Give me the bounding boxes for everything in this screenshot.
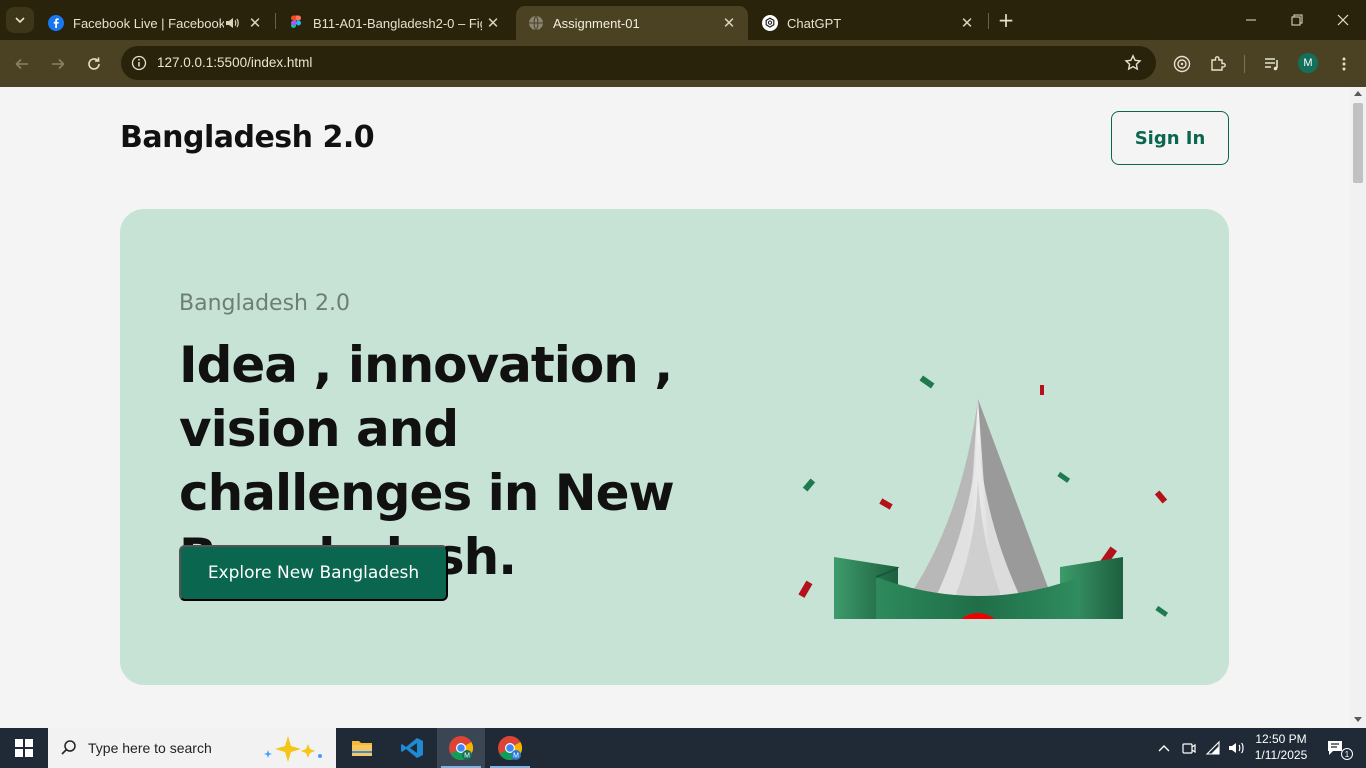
chatgpt-icon	[762, 15, 778, 31]
folder-icon	[352, 741, 372, 756]
facebook-icon	[48, 15, 64, 31]
bookmark-star-icon[interactable]	[1124, 54, 1142, 72]
taskbar-chrome-2[interactable]: M	[486, 728, 534, 768]
taskbar-vscode[interactable]	[388, 728, 436, 768]
close-tab-icon[interactable]: ✕	[482, 12, 504, 34]
tray-meet-button[interactable]	[1178, 728, 1200, 768]
tray-overflow-button[interactable]	[1154, 728, 1174, 768]
tab-figma[interactable]: B11-A01-Bangladesh2-0 – Figma ✕	[276, 6, 512, 40]
reload-button[interactable]	[80, 50, 108, 78]
scroll-down-arrow-icon[interactable]	[1354, 717, 1362, 722]
notification-count-badge: 1	[1341, 748, 1353, 760]
puzzle-icon	[1211, 56, 1226, 71]
browser-menu-button[interactable]	[1330, 50, 1358, 78]
close-tab-icon[interactable]: ✕	[244, 12, 266, 34]
tray-volume-button[interactable]	[1226, 728, 1248, 768]
sparkle-icon	[264, 736, 322, 762]
target-icon	[1173, 55, 1191, 73]
windows-logo-icon	[15, 739, 33, 757]
chevron-down-icon	[15, 17, 25, 24]
start-button[interactable]	[0, 728, 48, 768]
reload-icon	[88, 57, 100, 70]
vscode-icon	[401, 738, 423, 758]
tray-network-button[interactable]	[1202, 728, 1224, 768]
page-scrollbar[interactable]	[1350, 87, 1366, 728]
taskbar-chrome-1[interactable]: M	[437, 728, 485, 768]
tab-facebook[interactable]: Facebook Live | Facebook ✕	[36, 6, 274, 40]
browser-tab-strip: Facebook Live | Facebook ✕ B11-A01-Bangl…	[0, 0, 1366, 40]
hero-banner: Bangladesh 2.0 Idea , innovation , visio…	[120, 209, 1229, 685]
extension-target-button[interactable]	[1168, 50, 1196, 78]
search-icon	[61, 740, 76, 755]
arrow-left-icon	[15, 58, 28, 70]
page-viewport: Bangladesh 2.0 Sign In Bangladesh 2.0 Id…	[0, 87, 1350, 728]
scroll-up-arrow-icon[interactable]	[1354, 91, 1362, 96]
windows-taskbar: Type here to search M M 12:50 PM 1/11/20…	[0, 728, 1366, 768]
browser-toolbar: 127.0.0.1:5500/index.html M	[0, 40, 1366, 87]
kebab-menu-icon	[1342, 57, 1346, 71]
minimize-icon	[1246, 19, 1256, 21]
close-tab-icon[interactable]: ✕	[956, 12, 978, 34]
url-text[interactable]: 127.0.0.1:5500/index.html	[157, 55, 312, 70]
forward-button[interactable]	[44, 50, 72, 78]
scrollbar-thumb[interactable]	[1353, 103, 1363, 183]
arrow-right-icon	[52, 58, 65, 70]
tab-title: Assignment-01	[553, 15, 640, 31]
wifi-icon	[1205, 740, 1220, 755]
extensions-button[interactable]	[1204, 50, 1232, 78]
close-tab-icon[interactable]: ✕	[718, 12, 740, 34]
clock-date: 1/11/2025	[1254, 748, 1308, 762]
taskbar-file-explorer[interactable]	[338, 728, 386, 768]
hero-kicker: Bangladesh 2.0	[179, 291, 350, 316]
profile-avatar[interactable]: M	[1298, 53, 1318, 73]
chrome-icon: M	[498, 736, 523, 761]
volume-icon	[1229, 742, 1244, 754]
minimize-button[interactable]	[1228, 0, 1274, 40]
close-window-button[interactable]	[1320, 0, 1366, 40]
tab-title: B11-A01-Bangladesh2-0 – Figma	[313, 15, 482, 31]
sign-in-button[interactable]: Sign In	[1111, 111, 1229, 165]
media-control-button[interactable]	[1258, 50, 1286, 78]
tab-title: Facebook Live | Facebook	[73, 15, 224, 31]
tab-title: ChatGPT	[787, 15, 842, 31]
site-info-icon[interactable]	[129, 53, 149, 73]
new-tab-button[interactable]: +	[994, 8, 1018, 32]
chrome-icon: M	[449, 736, 474, 761]
restore-button[interactable]	[1274, 0, 1320, 40]
taskbar-search-placeholder: Type here to search	[88, 740, 212, 756]
queue-music-icon	[1265, 58, 1278, 71]
toolbar-separator	[1244, 55, 1245, 73]
notification-center-button[interactable]: 1	[1320, 728, 1353, 768]
tab-search-button[interactable]	[6, 7, 34, 33]
explore-button[interactable]: Explore New Bangladesh	[179, 545, 448, 601]
tab-chatgpt[interactable]: ChatGPT ✕	[750, 6, 986, 40]
svg-text:M: M	[513, 753, 519, 760]
globe-icon	[529, 15, 543, 31]
address-bar[interactable]: 127.0.0.1:5500/index.html	[121, 46, 1156, 80]
svg-text:M: M	[464, 753, 470, 760]
restore-icon	[1291, 14, 1303, 26]
taskbar-clock[interactable]: 12:50 PM 1/11/2025	[1248, 731, 1314, 763]
tab-separator	[988, 13, 989, 29]
speaker-icon[interactable]	[224, 15, 240, 31]
clock-time: 12:50 PM	[1255, 732, 1307, 746]
chevron-up-icon	[1158, 745, 1170, 752]
national-memorial-illustration	[798, 375, 1169, 619]
taskbar-search-box[interactable]: Type here to search	[48, 728, 336, 768]
tab-assignment[interactable]: Assignment-01 ✕	[516, 6, 748, 40]
screen-share-icon	[1182, 743, 1196, 754]
site-logo[interactable]: Bangladesh 2.0	[120, 120, 375, 155]
back-button[interactable]	[8, 50, 36, 78]
close-icon	[1337, 14, 1349, 26]
figma-icon	[291, 15, 301, 28]
